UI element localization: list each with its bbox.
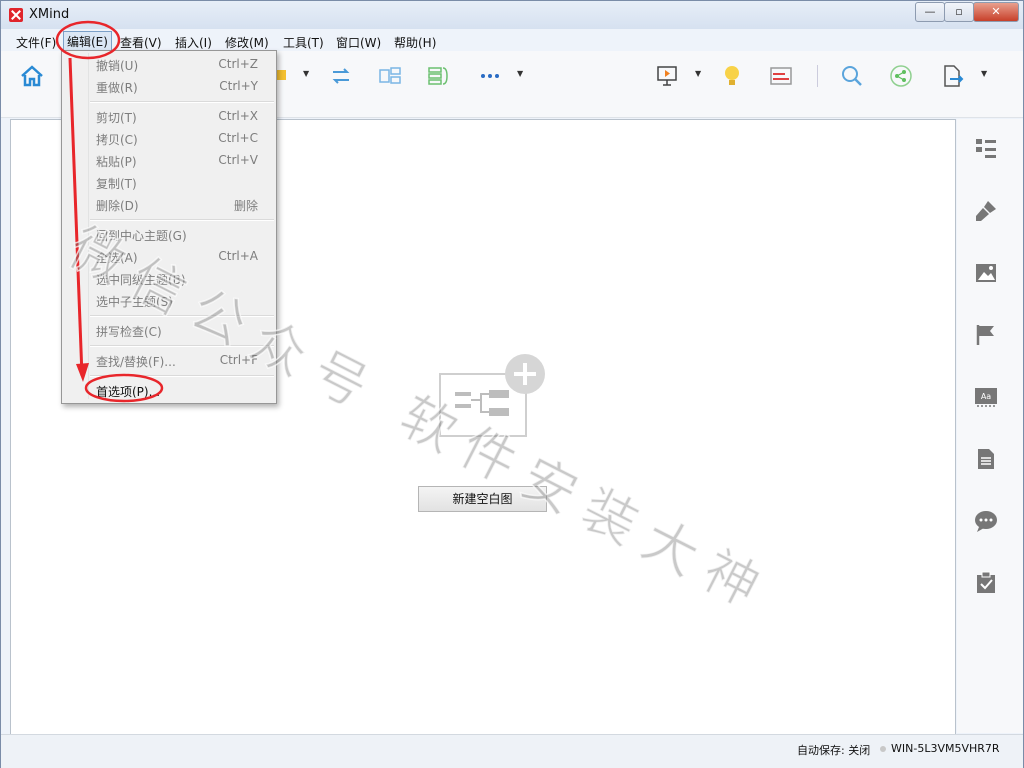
marker-icon[interactable] bbox=[974, 323, 998, 347]
new-blank-map-button[interactable]: 新建空白图 bbox=[418, 486, 547, 512]
menu-edit[interactable]: 编辑(E) bbox=[63, 31, 112, 52]
brainstorm-icon[interactable] bbox=[719, 63, 745, 89]
toolbar-separator bbox=[817, 65, 818, 87]
notes-icon[interactable] bbox=[974, 447, 998, 471]
presentation-dropdown-caret[interactable]: ▼ bbox=[695, 69, 701, 78]
menu-item-delete[interactable]: 删除(D) 删除 bbox=[62, 193, 276, 215]
app-window: XMind — ▫ ✕ 文件(F) 编辑(E) 查看(V) 插入(I) 修改(M… bbox=[0, 0, 1024, 768]
label-icon[interactable]: Aa bbox=[974, 385, 998, 409]
menu-item-paste[interactable]: 粘贴(P) Ctrl+V bbox=[62, 149, 276, 171]
menu-item-find-replace[interactable]: 查找/替换(F)... Ctrl+F bbox=[62, 349, 276, 371]
menu-help[interactable]: 帮助(H) bbox=[391, 33, 439, 52]
search-icon[interactable] bbox=[839, 63, 865, 89]
menu-file[interactable]: 文件(F) bbox=[13, 33, 59, 52]
menu-item-select-children[interactable]: 选中子主题(S) bbox=[62, 289, 276, 311]
menu-item-copy[interactable]: 拷贝(C) Ctrl+C bbox=[62, 127, 276, 149]
edit-menu-dropdown: 撤销(U) Ctrl+Z 重做(R) Ctrl+Y 剪切(T) Ctrl+X 拷贝(C… bbox=[61, 50, 277, 404]
menu-separator bbox=[90, 375, 274, 377]
menu-separator bbox=[90, 315, 274, 317]
maximize-button[interactable]: ▫ bbox=[944, 2, 974, 22]
format-icon[interactable] bbox=[974, 199, 998, 223]
window-title: XMind bbox=[29, 7, 70, 22]
home-icon[interactable] bbox=[19, 63, 45, 89]
topic-dropdown-caret[interactable]: ▼ bbox=[303, 69, 309, 78]
task-icon[interactable] bbox=[974, 571, 998, 595]
menu-bar: 文件(F) 编辑(E) 查看(V) 插入(I) 修改(M) 工具(T) 窗口(W… bbox=[1, 31, 1023, 52]
presentation-icon[interactable] bbox=[654, 63, 680, 89]
menu-tools[interactable]: 工具(T) bbox=[280, 33, 327, 52]
comments-icon[interactable] bbox=[974, 509, 998, 533]
menu-item-redo[interactable]: 重做(R) Ctrl+Y bbox=[62, 75, 276, 97]
menu-separator bbox=[90, 345, 274, 347]
export-dropdown-caret[interactable]: ▼ bbox=[981, 69, 987, 78]
autosave-status[interactable]: 自动保存: 关闭 bbox=[797, 742, 870, 758]
outline-icon[interactable] bbox=[974, 137, 998, 161]
more-icon[interactable] bbox=[477, 63, 503, 89]
minimize-button[interactable]: — bbox=[915, 2, 945, 22]
menu-item-select-all[interactable]: 全选(A) Ctrl+A bbox=[62, 245, 276, 267]
menu-item-cut[interactable]: 剪切(T) Ctrl+X bbox=[62, 105, 276, 127]
new-map-icon bbox=[439, 354, 545, 437]
menu-separator bbox=[90, 219, 274, 221]
boundary-icon[interactable] bbox=[377, 63, 403, 89]
relationship-icon[interactable] bbox=[328, 63, 354, 89]
menu-item-undo[interactable]: 撤销(U) Ctrl+Z bbox=[62, 53, 276, 75]
user-name: WIN-5L3VM5VHR7R bbox=[891, 742, 1000, 755]
svg-text:Aa: Aa bbox=[981, 392, 991, 401]
status-dot-icon bbox=[880, 746, 886, 752]
menu-item-select-siblings[interactable]: 选中同级主题(B) bbox=[62, 267, 276, 289]
gantt-icon[interactable] bbox=[768, 63, 794, 89]
menu-window[interactable]: 窗口(W) bbox=[333, 33, 384, 52]
share-icon[interactable] bbox=[888, 63, 914, 89]
right-sidebar: Aa bbox=[957, 119, 1023, 733]
export-icon[interactable] bbox=[939, 63, 965, 89]
summary-icon[interactable] bbox=[425, 63, 451, 89]
title-bar: XMind — ▫ ✕ bbox=[1, 1, 1023, 29]
close-button[interactable]: ✕ bbox=[973, 2, 1019, 22]
status-bar: 自动保存: 关闭 WIN-5L3VM5VHR7R bbox=[1, 734, 1023, 768]
menu-item-preferences[interactable]: 首选项(P)... bbox=[62, 379, 276, 401]
menu-separator bbox=[90, 101, 274, 103]
menu-item-go-to-central[interactable]: 回到中心主题(G) bbox=[62, 223, 276, 245]
menu-item-duplicate[interactable]: 复制(T) bbox=[62, 171, 276, 193]
more-dropdown-caret[interactable]: ▼ bbox=[517, 69, 523, 78]
window-controls: — ▫ ✕ bbox=[915, 2, 1019, 22]
image-icon[interactable] bbox=[974, 261, 998, 285]
xmind-logo-icon bbox=[9, 8, 23, 22]
menu-item-spell-check[interactable]: 拼写检查(C) bbox=[62, 319, 276, 341]
